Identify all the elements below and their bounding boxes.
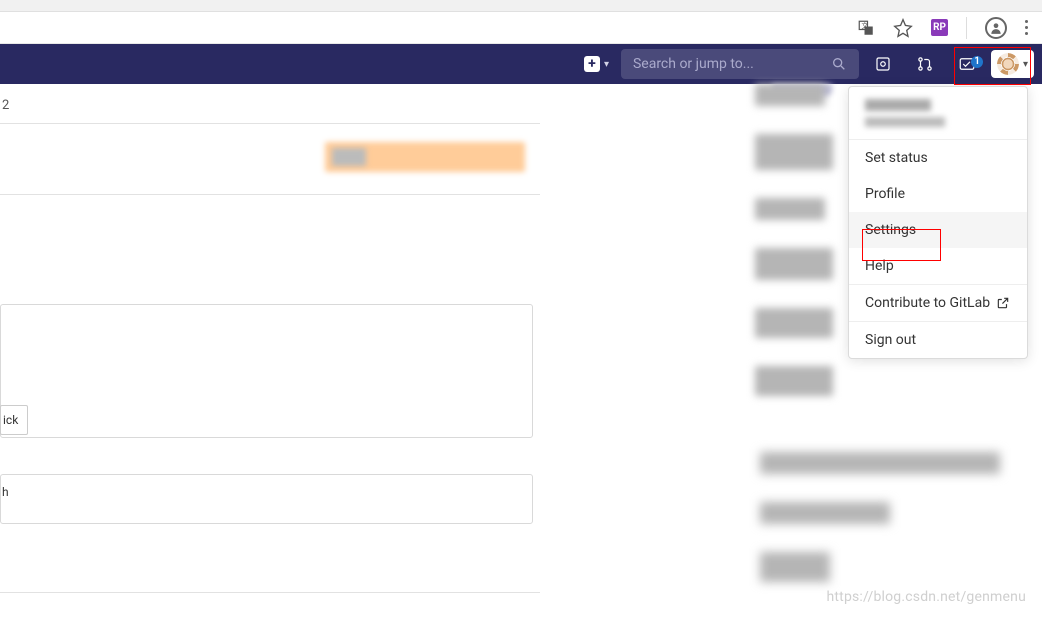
blurred-content (332, 148, 366, 166)
divider (0, 592, 540, 593)
star-icon[interactable] (893, 18, 913, 38)
chrome-profile-icon[interactable] (985, 17, 1007, 39)
translate-icon[interactable]: 文 (857, 19, 875, 37)
dropdown-user-header (849, 87, 1027, 140)
text-fragment: 2 (0, 98, 540, 113)
svg-text:文: 文 (862, 21, 869, 30)
menu-label: Contribute to GitLab (865, 295, 990, 311)
menu-label: Set status (865, 150, 928, 166)
user-avatar-dropdown[interactable]: ▾ (991, 50, 1034, 78)
new-menu-dropdown[interactable]: + ▾ (578, 56, 615, 72)
browser-tab-strip (0, 0, 1042, 12)
search-input[interactable] (633, 56, 831, 72)
plus-icon: + (584, 56, 600, 72)
search-bar[interactable] (621, 49, 859, 79)
gitlab-navbar: + ▾ 1 ▾ (0, 44, 1042, 84)
input-fragment[interactable]: ick (0, 405, 28, 435)
browser-toolbar: 文 RP (0, 12, 1042, 44)
menu-label: Profile (865, 186, 905, 202)
separator (966, 17, 967, 39)
divider (0, 194, 540, 195)
content-panel (0, 474, 533, 524)
menu-label: Help (865, 258, 894, 274)
external-link-icon (996, 296, 1010, 310)
todos-badge: 1 (971, 56, 983, 68)
search-icon[interactable] (831, 56, 847, 72)
rp-extension-icon[interactable]: RP (931, 19, 948, 36)
menu-label: Sign out (865, 332, 916, 348)
menu-label: Settings (865, 222, 916, 238)
menu-set-status[interactable]: Set status (849, 140, 1027, 176)
issues-icon[interactable] (865, 55, 901, 73)
chrome-menu-icon[interactable] (1025, 20, 1028, 35)
menu-settings[interactable]: Settings (849, 212, 1027, 248)
text-fragment: h (0, 478, 28, 506)
menu-contribute[interactable]: Contribute to GitLab (849, 285, 1027, 321)
avatar (997, 53, 1019, 75)
content-panel (0, 304, 533, 438)
menu-help[interactable]: Help (849, 248, 1027, 284)
chevron-down-icon: ▾ (1023, 59, 1028, 70)
menu-sign-out[interactable]: Sign out (849, 322, 1027, 358)
blurred-sidebar (755, 84, 840, 396)
todos-icon[interactable]: 1 (949, 55, 985, 73)
blurred-content-lower (760, 452, 1010, 582)
merge-requests-icon[interactable] (907, 55, 943, 73)
user-dropdown-menu: Set status Profile Settings Help Contrib… (848, 86, 1028, 359)
divider (0, 123, 540, 124)
watermark: https://blog.csdn.net/genmenu (826, 589, 1026, 605)
menu-profile[interactable]: Profile (849, 176, 1027, 212)
chevron-down-icon: ▾ (604, 59, 609, 70)
